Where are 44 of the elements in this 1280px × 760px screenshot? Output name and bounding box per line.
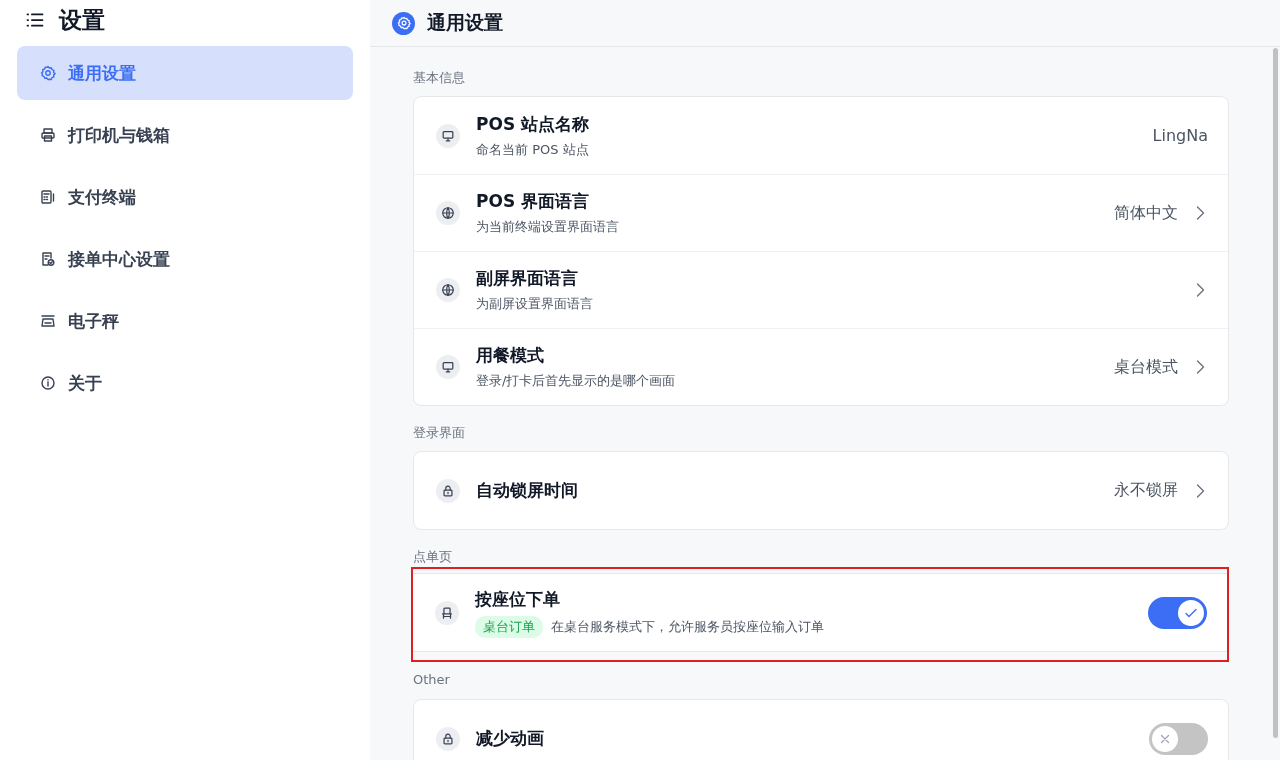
calculator-icon xyxy=(40,189,56,205)
section-label: Other xyxy=(413,672,451,689)
setting-description: 为副屏设置界面语言 xyxy=(476,295,593,313)
setting-description: 在桌台服务模式下，允许服务员按座位输入订单 xyxy=(551,617,824,636)
setting-title: 副屏界面语言 xyxy=(476,267,579,290)
setting-title: POS 站点名称 xyxy=(476,112,591,136)
setting-title: 减少动画 xyxy=(476,727,545,750)
setting-value: 简体中文 xyxy=(1114,202,1178,224)
toggle-switch[interactable] xyxy=(1149,722,1208,755)
sidebar-item[interactable]: 接单中心设置 xyxy=(17,232,353,286)
section-label: 基本信息 xyxy=(413,69,466,87)
setting-title: 用餐模式 xyxy=(476,344,545,367)
toggle-switch[interactable] xyxy=(1148,596,1207,629)
tag: 桌台订单 xyxy=(475,615,543,638)
sidebar-item[interactable]: 关于 xyxy=(17,356,353,410)
page-title: 通用设置 xyxy=(427,10,503,35)
sidebar-item[interactable]: 支付终端 xyxy=(17,170,353,224)
setting-value: 桌台模式 xyxy=(1114,356,1178,378)
section-label: 点单页 xyxy=(413,548,453,566)
setting-description: 登录/打卡后首先显示的是哪个画面 xyxy=(476,372,676,390)
monitor-icon xyxy=(441,360,455,374)
monitor-icon xyxy=(441,128,455,143)
gear-icon xyxy=(396,16,411,30)
scale-icon xyxy=(40,313,56,329)
printer-icon xyxy=(40,127,56,143)
setting-title: 自动锁屏时间 xyxy=(476,479,579,502)
setting-value: LingNa xyxy=(1152,126,1208,145)
sidebar-title: 设置 xyxy=(59,5,105,35)
setting-description: 命名当前 POS 站点 xyxy=(476,140,589,159)
lock-icon xyxy=(441,731,455,746)
chair-icon xyxy=(440,605,454,620)
sidebar-item[interactable]: 打印机与钱箱 xyxy=(17,108,353,162)
gear-icon xyxy=(40,65,56,81)
setting-title: POS 界面语言 xyxy=(476,190,591,213)
globe-icon xyxy=(441,283,455,297)
setting-value: 永不锁屏 xyxy=(1114,480,1178,501)
sidebar-item[interactable]: 电子秤 xyxy=(17,294,353,348)
globe-icon xyxy=(441,206,455,220)
document-check-icon xyxy=(40,251,56,267)
section-label: 登录界面 xyxy=(413,424,466,442)
info-icon xyxy=(40,375,56,391)
lock-icon xyxy=(441,483,455,498)
setting-description: 为当前终端设置界面语言 xyxy=(476,218,619,236)
setting-title: 按座位下单 xyxy=(475,587,561,611)
